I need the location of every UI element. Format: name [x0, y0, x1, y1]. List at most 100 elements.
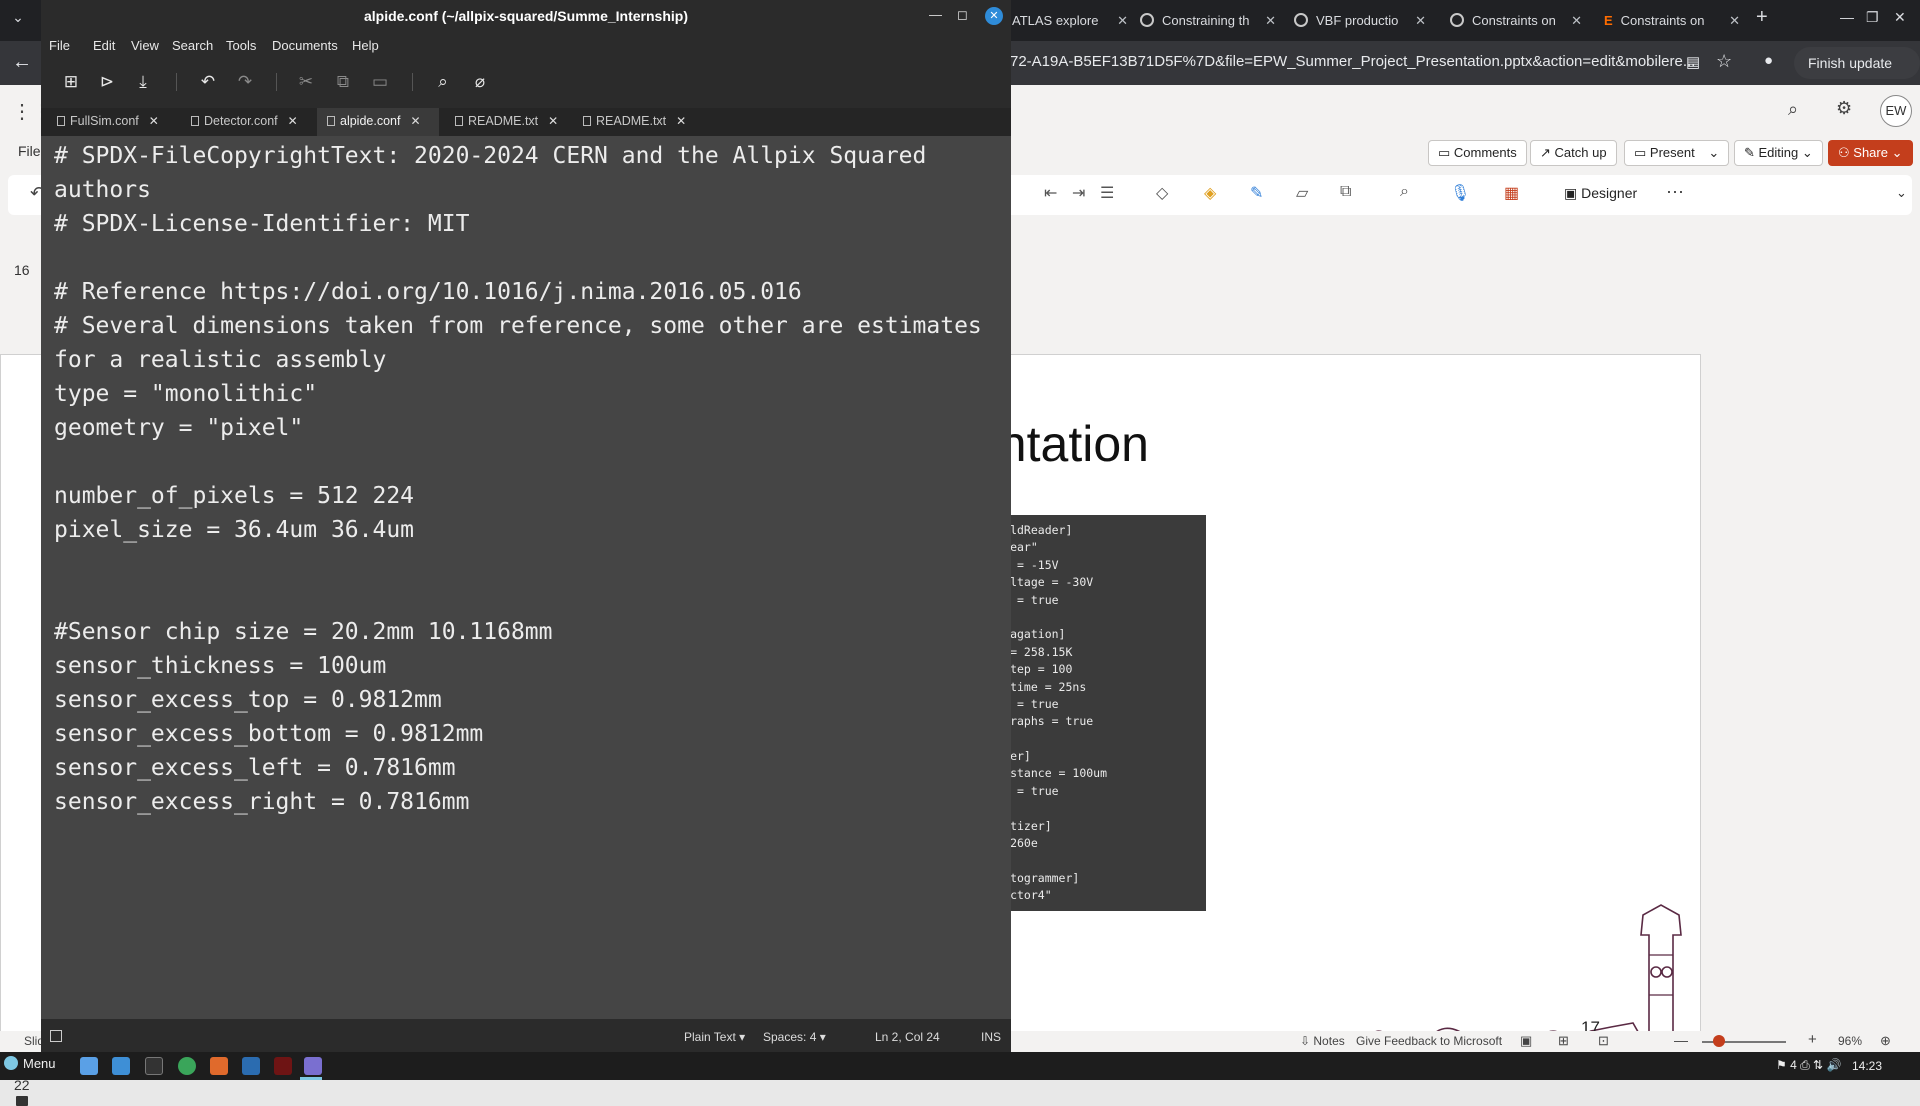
- copy-icon[interactable]: ⧉: [331, 70, 355, 94]
- editor-line[interactable]: # SPDX-FileCopyrightText: 2020-2024 CERN…: [54, 139, 1011, 173]
- present-button[interactable]: ▭ Present ⌄: [1624, 140, 1730, 166]
- indent-selector[interactable]: Spaces: 4 ▾: [763, 1030, 826, 1044]
- finish-update-button[interactable]: Finish update ⋮: [1794, 47, 1920, 103]
- addins-icon[interactable]: ▦: [1504, 183, 1519, 203]
- editor-line[interactable]: [54, 445, 1011, 479]
- more-options-icon[interactable]: ···: [1666, 181, 1684, 202]
- editor-text-area[interactable]: # SPDX-FileCopyrightText: 2020-2024 CERN…: [41, 136, 1011, 1019]
- sidebar-toggle-icon[interactable]: [50, 1030, 62, 1042]
- editor-tab-detector[interactable]: Detector.conf ✕: [181, 108, 311, 136]
- close-tab-icon[interactable]: ✕: [548, 114, 558, 128]
- close-icon[interactable]: ✕: [985, 7, 1003, 25]
- editor-tab-readme-2[interactable]: README.txt ✕: [573, 108, 695, 136]
- paste-clipboard-icon[interactable]: ▭: [368, 70, 392, 94]
- editor-line[interactable]: for a realistic assembly: [54, 343, 1011, 377]
- editor-tab-alpide[interactable]: alpide.conf ✕: [317, 108, 439, 136]
- editor-line[interactable]: [54, 547, 1011, 581]
- close-icon[interactable]: ✕: [1117, 6, 1128, 35]
- cursor-position[interactable]: Ln 2, Col 24: [875, 1030, 940, 1044]
- editing-mode-button[interactable]: ✎ Editing ⌄: [1734, 140, 1823, 166]
- text-editor-icon[interactable]: [304, 1057, 322, 1075]
- bookmark-star-icon[interactable]: ☆: [1716, 51, 1732, 72]
- avatar[interactable]: EW: [1880, 95, 1912, 127]
- reading-view-icon[interactable]: ⊡: [1598, 1033, 1609, 1049]
- feedback-link[interactable]: Give Feedback to Microsoft: [1356, 1034, 1502, 1048]
- zoom-out-button[interactable]: —: [1674, 1032, 1688, 1048]
- new-tab-button[interactable]: +: [1756, 6, 1768, 29]
- close-icon[interactable]: ✕: [1265, 6, 1276, 35]
- menu-edit[interactable]: Edit: [93, 38, 115, 53]
- close-tab-icon[interactable]: ✕: [676, 114, 686, 128]
- app-launcher-red-icon[interactable]: [274, 1057, 292, 1075]
- browser-tab[interactable]: Constraints on ✕: [1450, 6, 1586, 35]
- editor-line[interactable]: type = "monolithic": [54, 377, 1011, 411]
- search-replace-icon[interactable]: ⌀: [468, 70, 492, 94]
- save-download-icon[interactable]: ⤓: [131, 70, 155, 94]
- editor-line[interactable]: [54, 581, 1011, 615]
- insert-mode[interactable]: INS: [981, 1030, 1001, 1044]
- menu-file[interactable]: File: [49, 38, 70, 53]
- back-arrow-icon[interactable]: ←: [12, 51, 32, 74]
- start-menu-button[interactable]: Menu: [4, 1056, 56, 1071]
- new-document-icon[interactable]: ⊞: [59, 70, 83, 94]
- chevron-down-icon[interactable]: ⌄: [1896, 185, 1907, 201]
- close-icon[interactable]: ✕: [1729, 6, 1740, 35]
- find-icon[interactable]: ⌕: [1400, 183, 1409, 201]
- editor-line[interactable]: sensor_excess_left = 0.7816mm: [54, 751, 1011, 785]
- fit-to-window-icon[interactable]: ⊕: [1880, 1033, 1891, 1049]
- reader-mode-icon[interactable]: ▤: [1686, 53, 1700, 71]
- shape-effects-icon[interactable]: ▱: [1296, 183, 1308, 203]
- menu-search[interactable]: Search: [172, 38, 213, 53]
- decrease-indent-icon[interactable]: ⇤: [1044, 183, 1057, 203]
- minimize-icon[interactable]: —: [929, 7, 942, 22]
- dictate-microphone-icon[interactable]: 🎙: [1450, 183, 1470, 203]
- comment-icon[interactable]: [16, 1096, 28, 1106]
- close-icon[interactable]: ✕: [1415, 6, 1426, 35]
- shapes-icon[interactable]: ◇: [1156, 183, 1168, 203]
- close-tab-icon[interactable]: ✕: [410, 114, 420, 128]
- editor-line[interactable]: geometry = "pixel": [54, 411, 1011, 445]
- editor-line[interactable]: sensor_excess_top = 0.9812mm: [54, 683, 1011, 717]
- open-folder-icon[interactable]: ⊳: [95, 70, 119, 94]
- fill-color-icon[interactable]: ◈: [1204, 183, 1216, 203]
- editor-tab-fullsim[interactable]: FullSim.conf ✕: [47, 108, 177, 136]
- editor-line[interactable]: [54, 241, 1011, 275]
- close-tab-icon[interactable]: ✕: [149, 114, 159, 128]
- editor-line[interactable]: pixel_size = 36.4um 36.4um: [54, 513, 1011, 547]
- editor-line[interactable]: sensor_thickness = 100um: [54, 649, 1011, 683]
- menu-help[interactable]: Help: [352, 38, 379, 53]
- editor-titlebar[interactable]: alpide.conf (~/allpix-squared/Summe_Inte…: [41, 0, 1011, 32]
- editor-line[interactable]: #Sensor chip size = 20.2mm 10.1168mm: [54, 615, 1011, 649]
- slide-number[interactable]: 16: [14, 262, 30, 278]
- file-menu[interactable]: File: [18, 143, 41, 159]
- editor-line[interactable]: # Reference https://doi.org/10.1016/j.ni…: [54, 275, 1011, 309]
- chrome-icon[interactable]: [178, 1057, 196, 1075]
- line-spacing-icon[interactable]: ☰: [1100, 183, 1114, 203]
- maximize-icon[interactable]: ◻: [957, 7, 968, 23]
- cut-scissors-icon[interactable]: ✂: [294, 70, 318, 94]
- terminal-icon[interactable]: [145, 1057, 163, 1075]
- undo-icon[interactable]: ↶: [196, 70, 220, 94]
- browser-tab[interactable]: Constraining th ✕: [1140, 6, 1280, 35]
- close-icon[interactable]: ✕: [1571, 6, 1582, 35]
- app-launcher-orange-icon[interactable]: [210, 1057, 228, 1075]
- system-tray[interactable]: ⚑ 4 ⎙ ⇅ 🔊: [1776, 1058, 1841, 1073]
- gear-icon[interactable]: ⚙: [1836, 98, 1852, 119]
- profile-icon[interactable]: ●: [1764, 52, 1773, 69]
- notes-button[interactable]: ⇩ Notes: [1300, 1034, 1345, 1048]
- comments-button[interactable]: ▭ Comments: [1428, 140, 1527, 166]
- catch-up-button[interactable]: ↗ Catch up: [1530, 140, 1617, 166]
- minimize-icon[interactable]: —: [1840, 9, 1854, 25]
- slide-sorter-icon[interactable]: ⊞: [1558, 1033, 1569, 1049]
- show-desktop-icon[interactable]: [80, 1057, 98, 1075]
- browser-tab[interactable]: VBF productio ✕: [1294, 6, 1430, 35]
- increase-indent-icon[interactable]: ⇥: [1072, 183, 1085, 203]
- share-button[interactable]: ⚇ Share ⌄: [1828, 140, 1913, 166]
- redo-icon[interactable]: ↷: [233, 70, 257, 94]
- chevron-down-icon[interactable]: ⌄: [1708, 145, 1719, 160]
- designer-button[interactable]: ▣ Designer: [1564, 185, 1637, 202]
- clock[interactable]: 14:23: [1852, 1059, 1882, 1073]
- close-tab-icon[interactable]: ✕: [288, 114, 298, 128]
- language-selector[interactable]: Plain Text ▾: [684, 1030, 745, 1044]
- zoom-level[interactable]: 96%: [1838, 1034, 1862, 1048]
